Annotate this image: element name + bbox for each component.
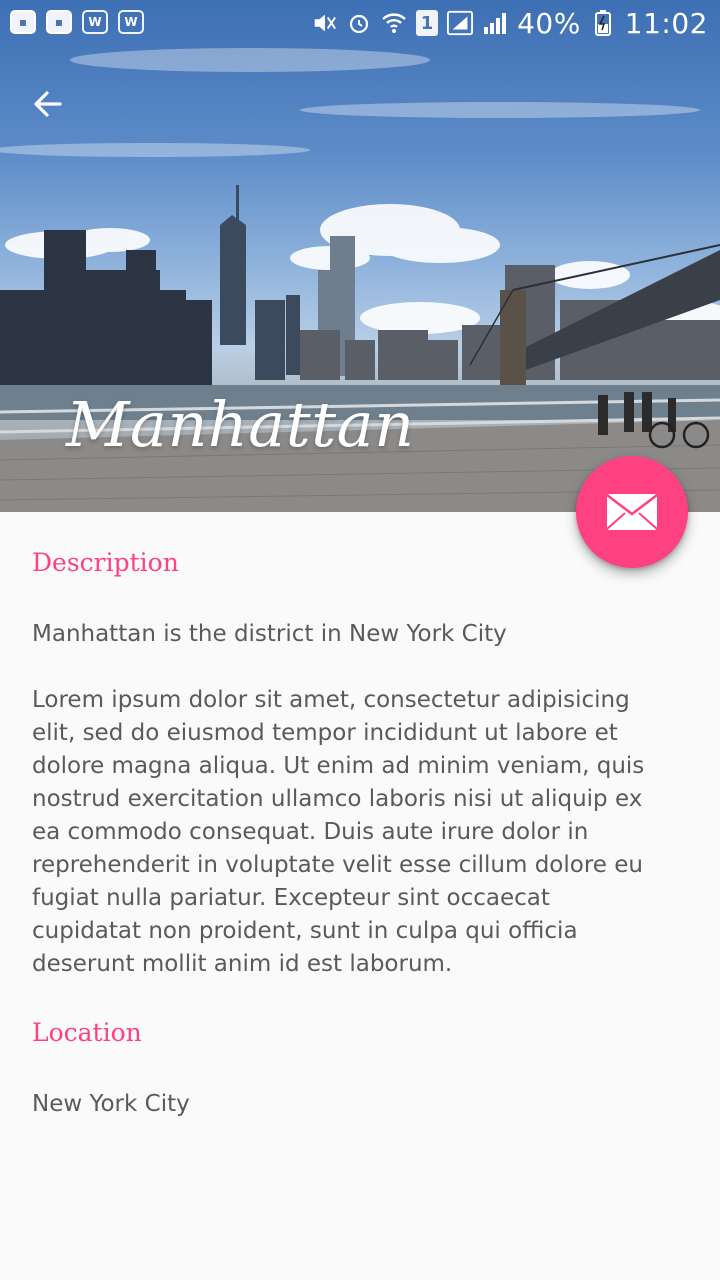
location-value: New York City xyxy=(32,1091,190,1117)
description-summary: Manhattan is the district in New York Ci… xyxy=(32,621,507,647)
alarm-icon xyxy=(346,10,372,36)
status-bar: ▪ ▪ W W 1 40% 11:02 xyxy=(0,0,720,48)
battery-charging-icon xyxy=(590,10,616,36)
wifi-icon xyxy=(381,10,407,36)
clock: 11:02 xyxy=(624,6,708,40)
mail-icon xyxy=(606,494,658,530)
bbm-icon: ▪ xyxy=(46,10,72,34)
signal-icon xyxy=(447,10,474,36)
location-title: Location xyxy=(32,1018,142,1047)
description-body: Lorem ipsum dolor sit amet, consectetur … xyxy=(32,687,645,977)
bbm-icon: ▪ xyxy=(10,10,36,34)
w-app-icon: W xyxy=(118,10,144,34)
back-button[interactable] xyxy=(22,78,74,130)
signal-icon xyxy=(482,10,508,36)
mail-fab-button[interactable] xyxy=(576,456,688,568)
description-title: Description xyxy=(32,548,179,577)
w-app-icon: W xyxy=(82,10,108,34)
sim-icon: 1 xyxy=(416,10,439,36)
mute-icon xyxy=(311,10,337,36)
page-title: Manhattan xyxy=(66,388,415,461)
arrow-back-icon xyxy=(34,91,62,117)
battery-level: 40% xyxy=(517,6,581,40)
